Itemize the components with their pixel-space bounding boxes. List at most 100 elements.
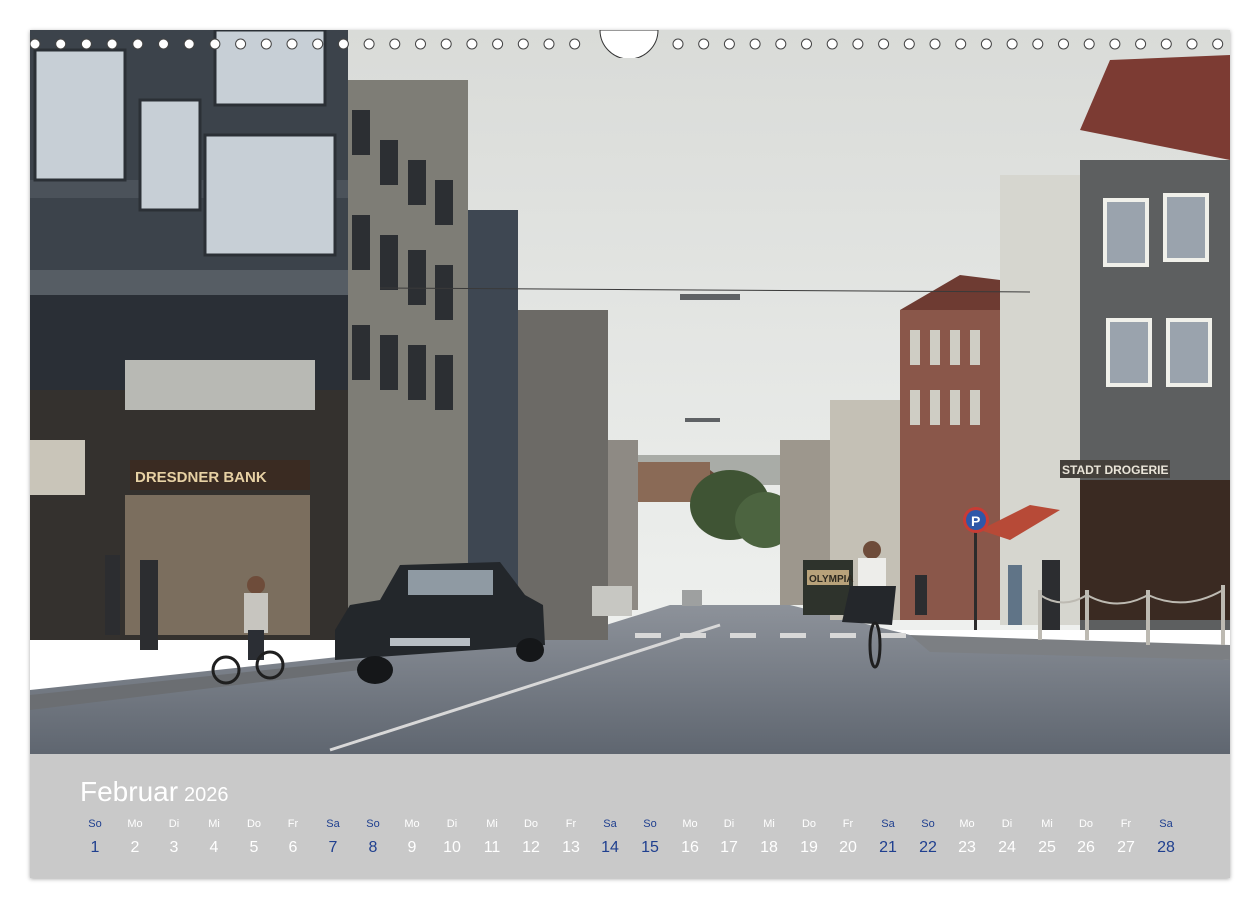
binding-hole [415, 38, 426, 50]
calendar-footer: Februar 2026 So Mo Di Mi Do Fr Sa So Mo Di Mi Do Fr Sa… [30, 754, 1230, 878]
binding-hole [389, 38, 401, 50]
binding-hole [698, 38, 710, 50]
weekday-label: Mo [127, 818, 143, 830]
binding-hole [1006, 38, 1018, 50]
day-number: 3 [169, 839, 179, 856]
day-number: 16 [681, 839, 699, 856]
binding-hole [543, 38, 555, 50]
weekday-label: Fr [565, 818, 577, 830]
weekday-label: Mi [1041, 818, 1053, 830]
binding-hole [1135, 38, 1147, 50]
weekday-label: Di [168, 818, 180, 830]
olympia-sign: OLYMPIA [809, 574, 854, 585]
weekday-label: Mo [682, 818, 698, 830]
day-number: 4 [209, 839, 219, 856]
binding-hole [466, 38, 478, 50]
day-number: 27 [1117, 839, 1135, 856]
binding-hole [235, 38, 247, 50]
day-number: 17 [720, 839, 738, 856]
binding-hole [312, 38, 324, 50]
binding-hole [1186, 38, 1198, 50]
weekday-label: Mi [208, 818, 220, 830]
day-number: 13 [562, 839, 580, 856]
weekday-label: Sa [603, 818, 617, 830]
binding-hole [1032, 38, 1044, 50]
month-year: 2026 [184, 784, 229, 806]
weekday-label: So [88, 818, 102, 830]
weekday-label: Sa [326, 818, 340, 830]
binding-hole [55, 38, 67, 50]
day-number: 6 [288, 839, 298, 856]
weekday-label: Mo [404, 818, 420, 830]
binding-hole [286, 38, 298, 50]
binding-hole [209, 38, 221, 50]
day-number: 18 [760, 839, 778, 856]
weekday-label: Sa [881, 818, 895, 830]
binding-hole [80, 38, 92, 50]
day-number: 11 [483, 839, 501, 856]
weekday-label: Di [446, 818, 458, 830]
bank-sign: DRESDNER BANK [135, 469, 267, 486]
binding-hole [801, 38, 812, 50]
binding-hole [1160, 38, 1172, 50]
day-number: 5 [249, 839, 259, 856]
binding-hole [337, 38, 349, 50]
day-number: 2 [130, 839, 140, 856]
binding-hole [1058, 38, 1069, 50]
drogerie-sign: STADT DROGERIE [1062, 463, 1168, 477]
binding-hole [363, 38, 375, 50]
day-number: 8 [368, 839, 378, 856]
binding-hole [826, 38, 838, 50]
day-number: 12 [522, 839, 540, 856]
binding-hole [723, 38, 735, 50]
day-number: 26 [1077, 839, 1095, 856]
binding-hole [878, 38, 890, 50]
binding-hole [132, 38, 144, 50]
binding-hole [492, 38, 504, 50]
binding-hole [569, 38, 581, 50]
day-number: 22 [919, 839, 937, 856]
binding-hole [903, 38, 915, 50]
weekday-label: Di [1001, 818, 1013, 830]
parking-sign: P [971, 513, 980, 529]
binding-hole [30, 38, 41, 50]
day-number: 14 [601, 839, 619, 856]
day-number: 28 [1157, 839, 1175, 856]
binding-hole [775, 38, 787, 50]
day-number: 19 [800, 839, 818, 856]
binding-hole [183, 38, 195, 50]
binding-hole [1212, 38, 1224, 50]
spiral-binding [30, 30, 1230, 60]
street-photo: DRESDNER BANK STADT DROGERIE P OLYMPIA [30, 30, 1230, 754]
day-number: 1 [90, 839, 100, 856]
weekday-label: Fr [287, 818, 299, 830]
month-title: Februar 2026 [80, 776, 229, 808]
binding-hole [158, 38, 169, 50]
day-number: 25 [1038, 839, 1056, 856]
binding-hole [929, 38, 941, 50]
binding-hole [749, 38, 761, 50]
weekday-label: Do [246, 818, 262, 830]
hanger-notch [599, 30, 659, 60]
binding-hole [106, 38, 118, 50]
day-number: 24 [998, 839, 1016, 856]
binding-hole [440, 38, 452, 50]
weekday-label: Fr [1120, 818, 1132, 830]
weekday-label: Do [1078, 818, 1094, 830]
weekday-label: Mo [959, 818, 975, 830]
binding-hole [517, 38, 529, 50]
binding-hole [672, 38, 684, 50]
day-number: 15 [641, 839, 659, 856]
weekday-label: Fr [842, 818, 854, 830]
weekday-label: Do [801, 818, 817, 830]
weekday-label: Sa [1159, 818, 1173, 830]
binding-hole [852, 38, 864, 50]
day-number: 7 [328, 839, 338, 856]
calendar-page: DRESDNER BANK STADT DROGERIE P OLYMPIA F… [30, 30, 1230, 878]
weekday-label: So [921, 818, 935, 830]
binding-hole [1083, 38, 1095, 50]
weekday-label: Di [723, 818, 735, 830]
binding-hole [1109, 38, 1121, 50]
day-number: 20 [839, 839, 857, 856]
binding-hole [955, 38, 967, 50]
